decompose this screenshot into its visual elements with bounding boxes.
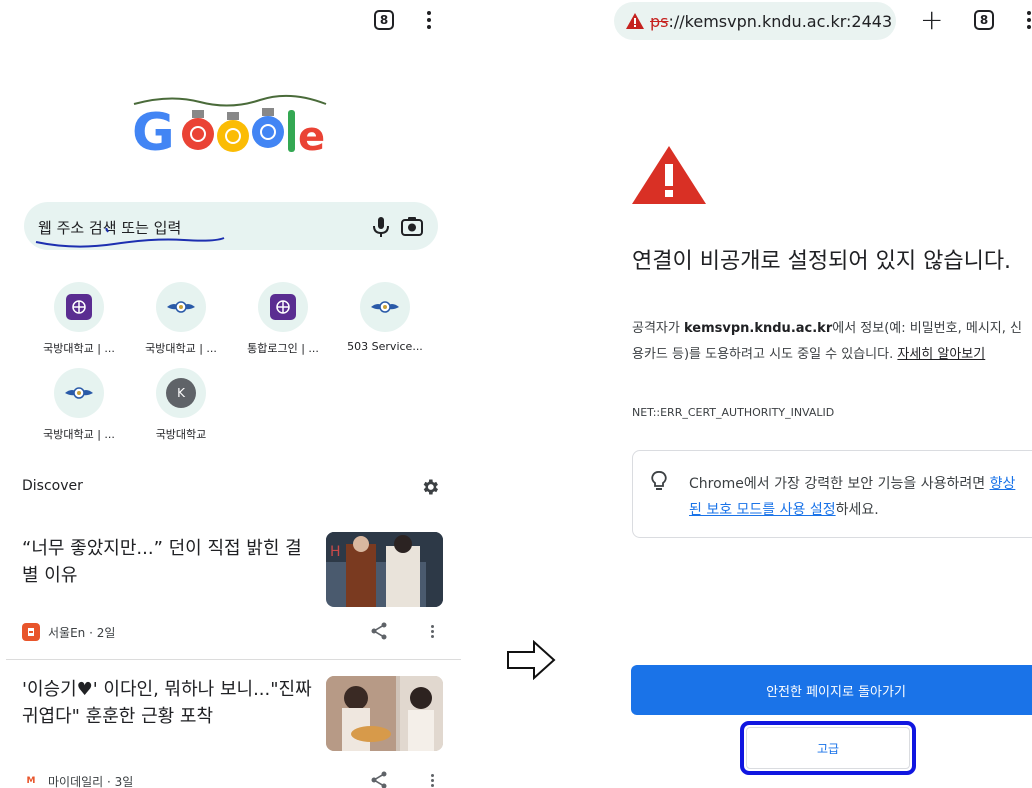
shortcut-label: 국방대학교 [155,428,207,441]
transition-arrow-icon [507,640,556,680]
kndu-purple-emblem-icon [270,294,296,320]
google-doodle-logo[interactable]: G e [130,92,330,170]
not-secure-warning-icon[interactable] [626,13,644,29]
shortcut-label: 국방대학교 | ... [145,342,217,355]
learn-more-link[interactable]: 자세히 알아보기 [897,347,985,362]
more-options-icon[interactable] [429,625,435,638]
url-bar[interactable]: ps://kemsvpn.kndu.ac.kr:2443 [614,2,896,40]
warning-triangle-icon [632,146,706,204]
lightbulb-icon [651,471,667,490]
shortcut-label: 503 Service... [347,340,423,353]
publisher-logo-icon [22,623,40,641]
shortcut-tile[interactable]: 국방대학교 | ... [24,282,134,356]
shortcut-tile[interactable]: K 국방대학교 [126,368,236,442]
shortcut-tile[interactable]: 국방대학교 | ... [126,282,236,356]
new-tab-plus-icon[interactable]: + [920,6,943,34]
error-code[interactable]: NET::ERR_CERT_AUTHORITY_INVALID [632,406,834,419]
url-scheme: ps [650,11,669,31]
pen-annotation-underline [35,228,225,248]
host-name: kemsvpn.kndu.ac.kr [683,321,833,336]
news-thumbnail[interactable] [326,676,443,751]
letter-avatar-icon: K [166,378,196,408]
tab-switcher-button[interactable]: 8 [374,10,394,30]
error-description: 공격자가 kemsvpn.kndu.ac.kr에서 정보(예: 비밀번호, 메시… [632,321,1022,362]
tab-switcher-button[interactable]: 8 [974,10,994,30]
svg-text:e: e [298,114,325,160]
share-icon[interactable] [370,771,388,788]
gear-icon[interactable] [420,477,440,497]
news-title[interactable]: '이승기♥' 이다인, 뭐하나 보니..."진짜 귀엽다" 훈훈한 근황 포착 [22,676,312,730]
camera-lens-icon[interactable] [400,216,424,238]
shortcut-label: 국방대학교 | ... [43,428,115,441]
shortcut-label: 통합로그인 | ... [247,342,319,355]
card-divider [6,659,461,660]
ssl-warning-page: ps://kemsvpn.kndu.ac.kr:2443 + 8 연결이 비공개… [600,0,1032,788]
publisher-logo-icon: M [22,772,40,788]
advanced-button[interactable]: 고급 [746,727,910,769]
kndu-purple-emblem-icon [66,294,92,320]
menu-icon[interactable] [1026,11,1032,29]
shortcut-label: 국방대학교 | ... [43,342,115,355]
back-to-safety-button[interactable]: 안전한 페이지로 돌아가기 [631,665,1032,715]
kndu-emblem-icon [65,387,93,399]
svg-text:G: G [132,103,175,163]
news-source: 마이데일리 · 3일 [48,774,134,788]
shortcut-tile[interactable]: 국방대학교 | ... [24,368,134,442]
svg-text:H: H [330,544,341,560]
more-options-icon[interactable] [429,774,435,787]
share-icon[interactable] [370,622,388,640]
microphone-icon[interactable] [372,216,390,238]
shortcut-tile[interactable]: 503 Service... [330,282,440,356]
shortcut-tile[interactable]: 통합로그인 | ... [228,282,338,356]
kndu-emblem-icon [371,301,399,313]
discover-heading: Discover [22,478,83,494]
news-title[interactable]: “너무 좋았지만...” 던이 직접 밝힌 결별 이유 [22,535,312,589]
url-host: ://kemsvpn.kndu.ac.kr:2443 [668,11,893,31]
kndu-emblem-icon [167,301,195,313]
menu-icon[interactable] [426,11,432,29]
news-thumbnail[interactable]: H [326,532,443,607]
enhanced-protection-tip: Chrome에서 가장 강력한 보안 기능을 사용하려면 향상된 보호 모드를 … [632,450,1032,538]
new-tab-page: 8 G e 웹 주소 검색 또는 입력 국방대학교 | ... 국방대학교 | … [0,0,465,788]
news-source: 서울En · 2일 [48,625,116,640]
omnibox-search[interactable]: 웹 주소 검색 또는 입력 [24,202,438,250]
error-heading: 연결이 비공개로 설정되어 있지 않습니다. [632,249,1012,274]
